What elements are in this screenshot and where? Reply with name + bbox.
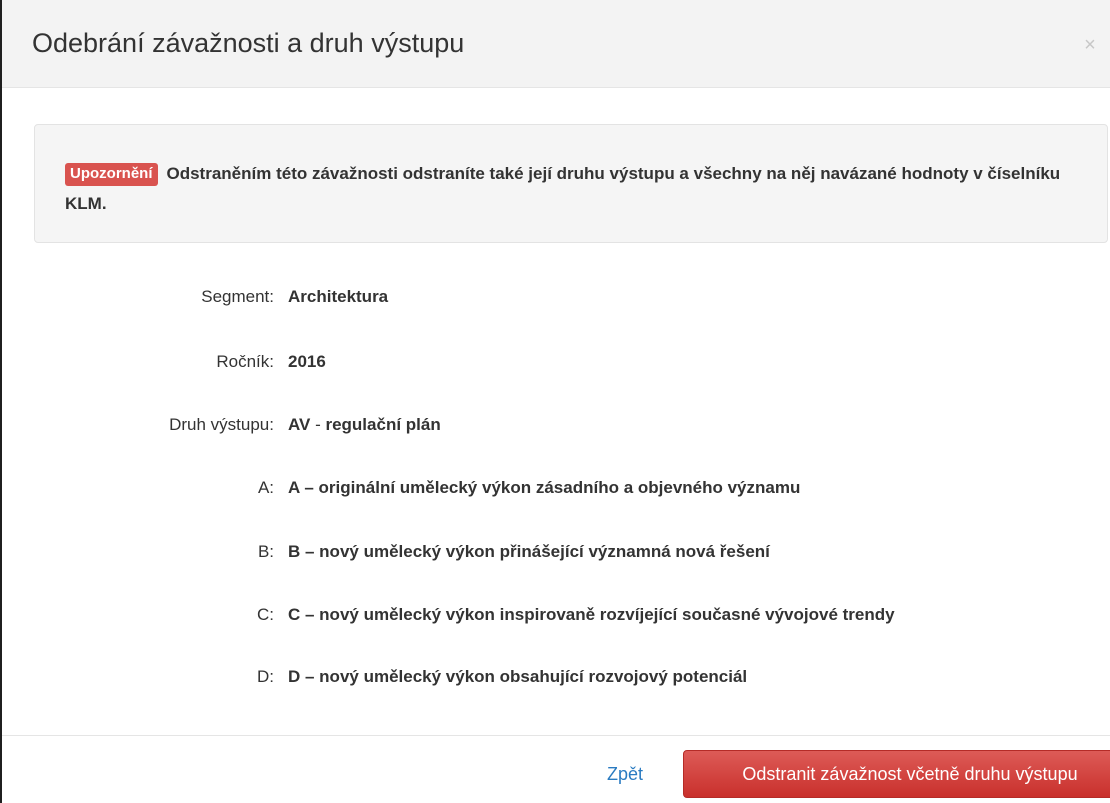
grade-d-label: D: <box>257 667 274 686</box>
grade-b-label: B: <box>257 542 274 561</box>
grade-a-label: A: <box>257 478 274 497</box>
grade-d-value: D – nový umělecký výkon obsahující rozvo… <box>288 667 748 686</box>
druh-vystupu-separator: - <box>310 415 326 434</box>
field-row-b: B: B – nový umělecký výkon přinášející v… <box>2 540 1110 564</box>
warning-text: Odstraněním této závažnosti odstraníte t… <box>65 164 1061 213</box>
grade-c-value: C – nový umělecký výkon inspirovaně rozv… <box>288 605 895 624</box>
druh-vystupu-name: regulační plán <box>325 415 441 434</box>
grade-c-label: C: <box>257 605 274 624</box>
druh-vystupu-code: AV <box>288 415 311 434</box>
field-row-a: A: A – originální umělecký výkon zásadní… <box>2 476 1110 500</box>
warning-message: Upozornění Odstraněním této závažnosti od… <box>65 159 1067 219</box>
modal-dialog: Odebrání závažnosti a druh výstupu × Upo… <box>0 0 1110 803</box>
rocnik-label: Ročník: <box>216 352 274 371</box>
warning-box: Upozornění Odstraněním této závažnosti od… <box>34 124 1108 243</box>
field-row-druh-vystupu: Druh výstupu: AV - regulační plán <box>2 413 1110 437</box>
druh-vystupu-value: AV - regulační plán <box>288 413 441 437</box>
field-row-d: D: D – nový umělecký výkon obsahující ro… <box>2 665 1110 689</box>
field-row-rocnik: Ročník: 2016 <box>2 350 1110 374</box>
modal-title: Odebrání závažnosti a druh výstupu <box>32 28 465 58</box>
modal-header: Odebrání závažnosti a druh výstupu × <box>2 0 1110 88</box>
druh-vystupu-label: Druh výstupu: <box>169 415 274 434</box>
rocnik-value: 2016 <box>288 352 326 371</box>
modal-footer: Zpět Odstranit závažnost včetně druhu vý… <box>2 735 1110 803</box>
field-row-c: C: C – nový umělecký výkon inspirovaně r… <box>2 603 1110 627</box>
delete-button[interactable]: Odstranit závažnost včetně druhu výstupu <box>683 750 1110 798</box>
grade-b-value: B – nový umělecký výkon přinášející význ… <box>288 542 770 561</box>
grade-a-value: A – originální umělecký výkon zásadního … <box>288 478 801 497</box>
close-icon[interactable]: × <box>1080 34 1100 56</box>
warning-badge: Upozornění <box>65 163 158 186</box>
segment-label: Segment: <box>201 287 274 306</box>
segment-value: Architektura <box>288 287 389 306</box>
back-link[interactable]: Zpět <box>607 764 643 785</box>
field-row-segment: Segment: Architektura <box>2 285 1110 309</box>
